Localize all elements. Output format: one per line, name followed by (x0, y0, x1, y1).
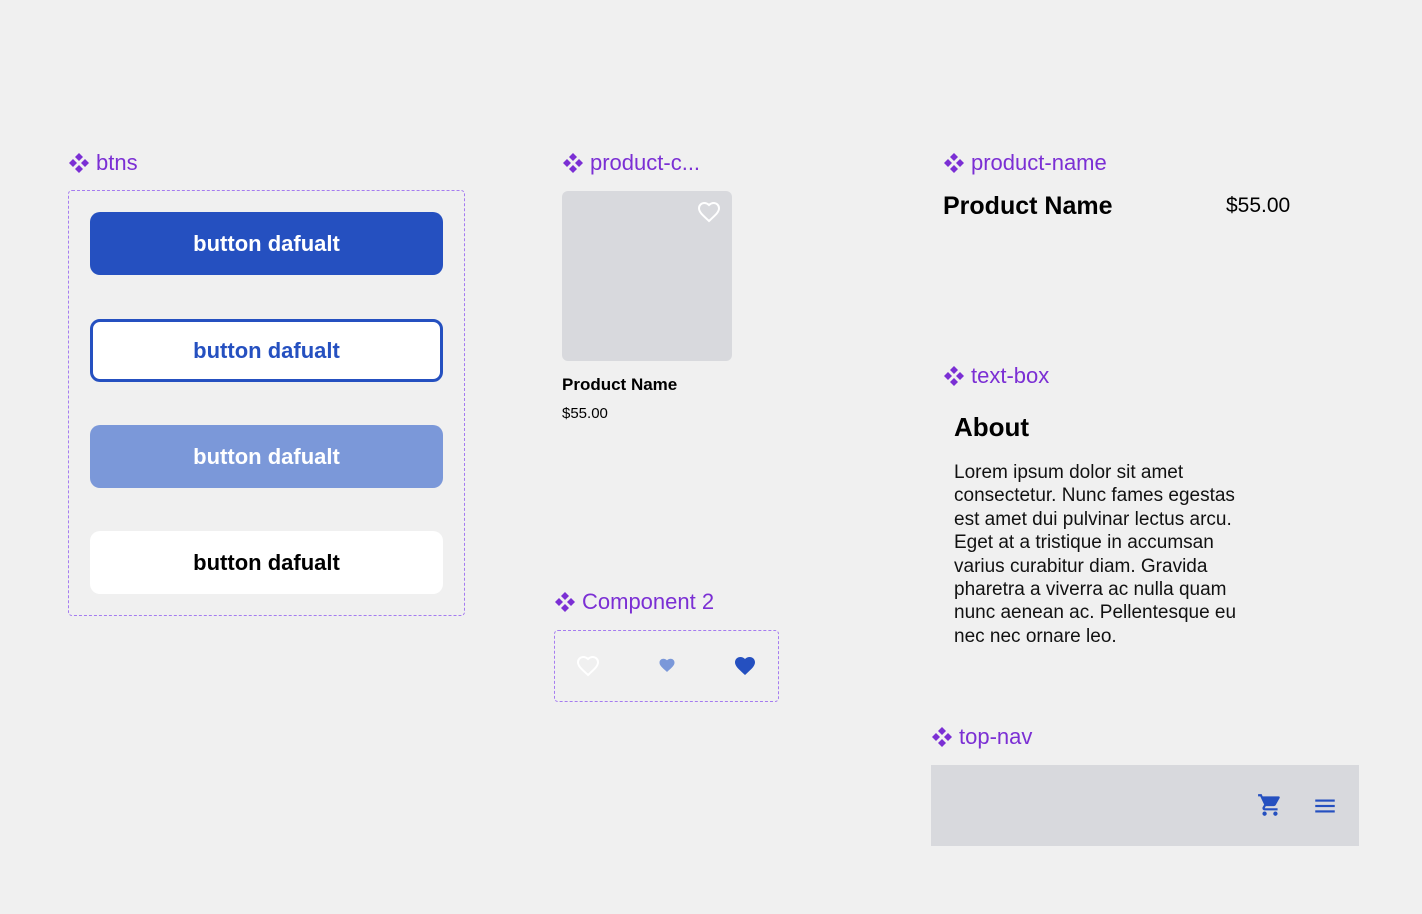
component-icon (932, 727, 952, 747)
primary-button[interactable]: button dafualt (90, 212, 443, 275)
plain-button[interactable]: button dafualt (90, 531, 443, 594)
heart-outline-icon[interactable] (576, 655, 600, 677)
top-nav-bar (931, 765, 1359, 846)
heart-icon[interactable] (697, 200, 721, 224)
product-card-price: $55.00 (562, 405, 608, 422)
text-box-title: About (954, 412, 1030, 442)
product-name-price: $55.00 (1226, 194, 1291, 217)
component-icon (69, 153, 89, 173)
component-icon (944, 153, 964, 173)
component-label-text-box: text-box (943, 363, 1049, 389)
heart-filled-icon[interactable] (733, 655, 757, 677)
component-label-text: Component 2 (582, 589, 715, 614)
heart-light-icon[interactable] (655, 655, 679, 677)
cart-icon[interactable] (1257, 792, 1283, 818)
product-name-title: Product Name (943, 192, 1113, 220)
component-label-product-card: product-c... (562, 150, 700, 176)
component-icon (944, 366, 964, 386)
text-box-body: Lorem ipsum dolor sit amet consectetur. … (954, 462, 1237, 647)
component-label-component-2: Component 2 (554, 589, 714, 615)
component-icon (563, 153, 583, 173)
component-label-text: product-name (971, 150, 1107, 175)
component-label-top-nav: top-nav (931, 724, 1032, 750)
component-icon (555, 592, 575, 612)
outline-button[interactable]: button dafualt (90, 319, 443, 382)
component-label-text: top-nav (959, 724, 1033, 749)
component-label-btns: btns (68, 150, 138, 176)
product-card-name: Product Name (562, 375, 678, 394)
component-label-product-name: product-name (943, 150, 1107, 176)
component-label-text: product-c... (590, 150, 701, 175)
disabled-button[interactable]: button dafualt (90, 425, 443, 488)
component-label-text: text-box (971, 363, 1050, 388)
component-label-text: btns (96, 150, 138, 175)
menu-icon[interactable] (1312, 793, 1338, 819)
